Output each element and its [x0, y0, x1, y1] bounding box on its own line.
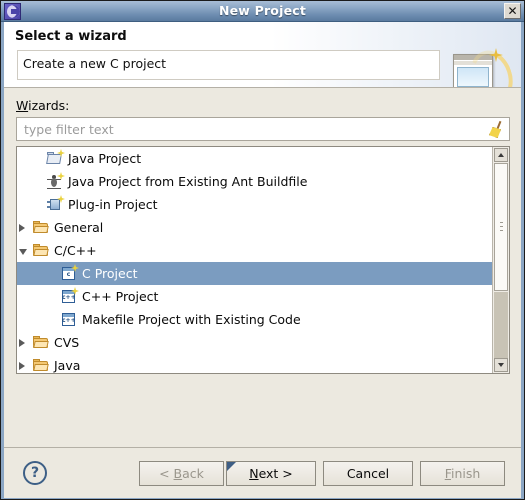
cancel-button[interactable]: Cancel — [323, 461, 413, 486]
ant-buildfile-icon — [47, 172, 65, 189]
plugin-project-icon — [47, 195, 65, 212]
tree-item-icon-slot — [47, 170, 65, 193]
title-bar: New Project ✕ — [1, 1, 524, 22]
filter-field[interactable]: type filter text — [16, 117, 510, 141]
tree-item-label: Java — [54, 358, 81, 373]
tree-item-label: General — [54, 220, 104, 235]
window-title: New Project — [218, 3, 307, 18]
finish-label-suffix: inish — [450, 466, 481, 481]
expander-expanded-icon[interactable] — [19, 249, 27, 255]
tree-item[interactable]: cC Project — [17, 262, 492, 285]
dialog-header: Select a wizard Create a new C project — [4, 22, 521, 88]
tree-item-icon-slot: c++ — [61, 308, 77, 331]
tree-item-icon-slot — [33, 216, 49, 239]
new-project-dialog: New Project ✕ Select a wizard Create a n… — [0, 0, 525, 500]
tree-item-icon-slot: c — [61, 262, 79, 285]
tree-item-label: C/C++ — [54, 243, 97, 258]
filter-placeholder: type filter text — [24, 122, 114, 137]
button-bar: ? < Back Next > Cancel Finish — [4, 448, 521, 498]
next-label-mnemonic: N — [249, 466, 259, 481]
tree-item-icon-slot — [33, 331, 49, 354]
tree-item-icon-slot: c++ — [61, 285, 79, 308]
expander-collapsed-icon[interactable] — [19, 362, 25, 370]
cpp-project-icon: c++ — [61, 287, 79, 304]
next-label-suffix: ext > — [258, 466, 293, 481]
scroll-down-arrow-icon — [498, 363, 504, 367]
tree-item-label: C++ Project — [82, 289, 159, 304]
help-button[interactable]: ? — [23, 461, 47, 485]
broom-icon[interactable] — [487, 120, 504, 138]
page-title: Select a wizard — [15, 29, 127, 44]
wizard-tree[interactable]: Java Project Java Project from Existing A… — [16, 146, 510, 374]
wizards-label: Wizards: — [16, 98, 69, 113]
wizard-banner-icon — [451, 44, 520, 87]
scrollbar-grip-icon — [500, 222, 503, 233]
scrollbar-thumb[interactable] — [494, 163, 508, 291]
tree-item-label: Java Project — [68, 151, 142, 166]
description-box: Create a new C project — [17, 50, 440, 80]
expander-collapsed-icon[interactable] — [19, 224, 25, 232]
tree-item[interactable]: Plug-in Project — [17, 193, 492, 216]
scroll-up-arrow-icon — [498, 153, 504, 157]
tree-item[interactable]: Java Project from Existing Ant Buildfile — [17, 170, 492, 193]
makefile-project-icon: c++ — [61, 312, 77, 327]
tree-item[interactable]: Java — [17, 354, 492, 373]
finish-button[interactable]: Finish — [420, 461, 505, 486]
folder-icon — [33, 220, 49, 235]
wizard-tree-list: Java Project Java Project from Existing A… — [17, 147, 492, 373]
tree-item-icon-slot — [46, 147, 65, 170]
folder-icon — [33, 358, 49, 373]
tree-item-label: Makefile Project with Existing Code — [82, 312, 301, 327]
tree-item-icon-slot — [33, 239, 49, 262]
back-label-mnemonic: B — [173, 466, 183, 481]
tree-scrollbar[interactable] — [492, 147, 509, 373]
tree-item[interactable]: c++ C++ Project — [17, 285, 492, 308]
scrollbar-track[interactable] — [494, 292, 508, 358]
default-button-marker-icon — [227, 462, 236, 471]
cancel-label: Cancel — [346, 466, 390, 481]
folder-icon — [33, 243, 49, 258]
tree-item-icon-slot — [47, 193, 65, 216]
tree-item-label: CVS — [54, 335, 80, 350]
help-icon: ? — [30, 465, 40, 481]
wizards-label-mnemonic: W — [16, 98, 29, 113]
back-label-suffix: ack — [182, 466, 204, 481]
tree-item-label: Java Project from Existing Ant Buildfile — [68, 174, 308, 189]
tree-item-label: Plug-in Project — [68, 197, 158, 212]
java-project-icon — [46, 149, 65, 166]
dialog-body: Wizards: type filter text Java Project Ja… — [4, 88, 521, 447]
expander-collapsed-icon[interactable] — [19, 339, 25, 347]
tree-item[interactable]: C/C++ — [17, 239, 492, 262]
back-label-prefix: < — [159, 466, 174, 481]
tree-item[interactable]: c++ Makefile Project with Existing Code — [17, 308, 492, 331]
close-button[interactable]: ✕ — [504, 3, 521, 19]
close-icon: ✕ — [507, 4, 518, 18]
tree-item[interactable]: Java Project — [17, 147, 492, 170]
tree-item[interactable]: CVS — [17, 331, 492, 354]
c-project-icon: c — [61, 264, 79, 281]
scroll-up-button[interactable] — [494, 148, 508, 162]
description-text: Create a new C project — [23, 56, 167, 71]
next-button[interactable]: Next > — [226, 461, 316, 486]
scroll-down-button[interactable] — [494, 358, 508, 372]
wizards-label-rest: izards: — [28, 98, 70, 113]
folder-icon — [33, 335, 49, 350]
tree-item[interactable]: General — [17, 216, 492, 239]
tree-item-icon-slot — [33, 354, 49, 373]
back-button[interactable]: < Back — [139, 461, 224, 486]
tree-item-label: C Project — [82, 266, 138, 281]
